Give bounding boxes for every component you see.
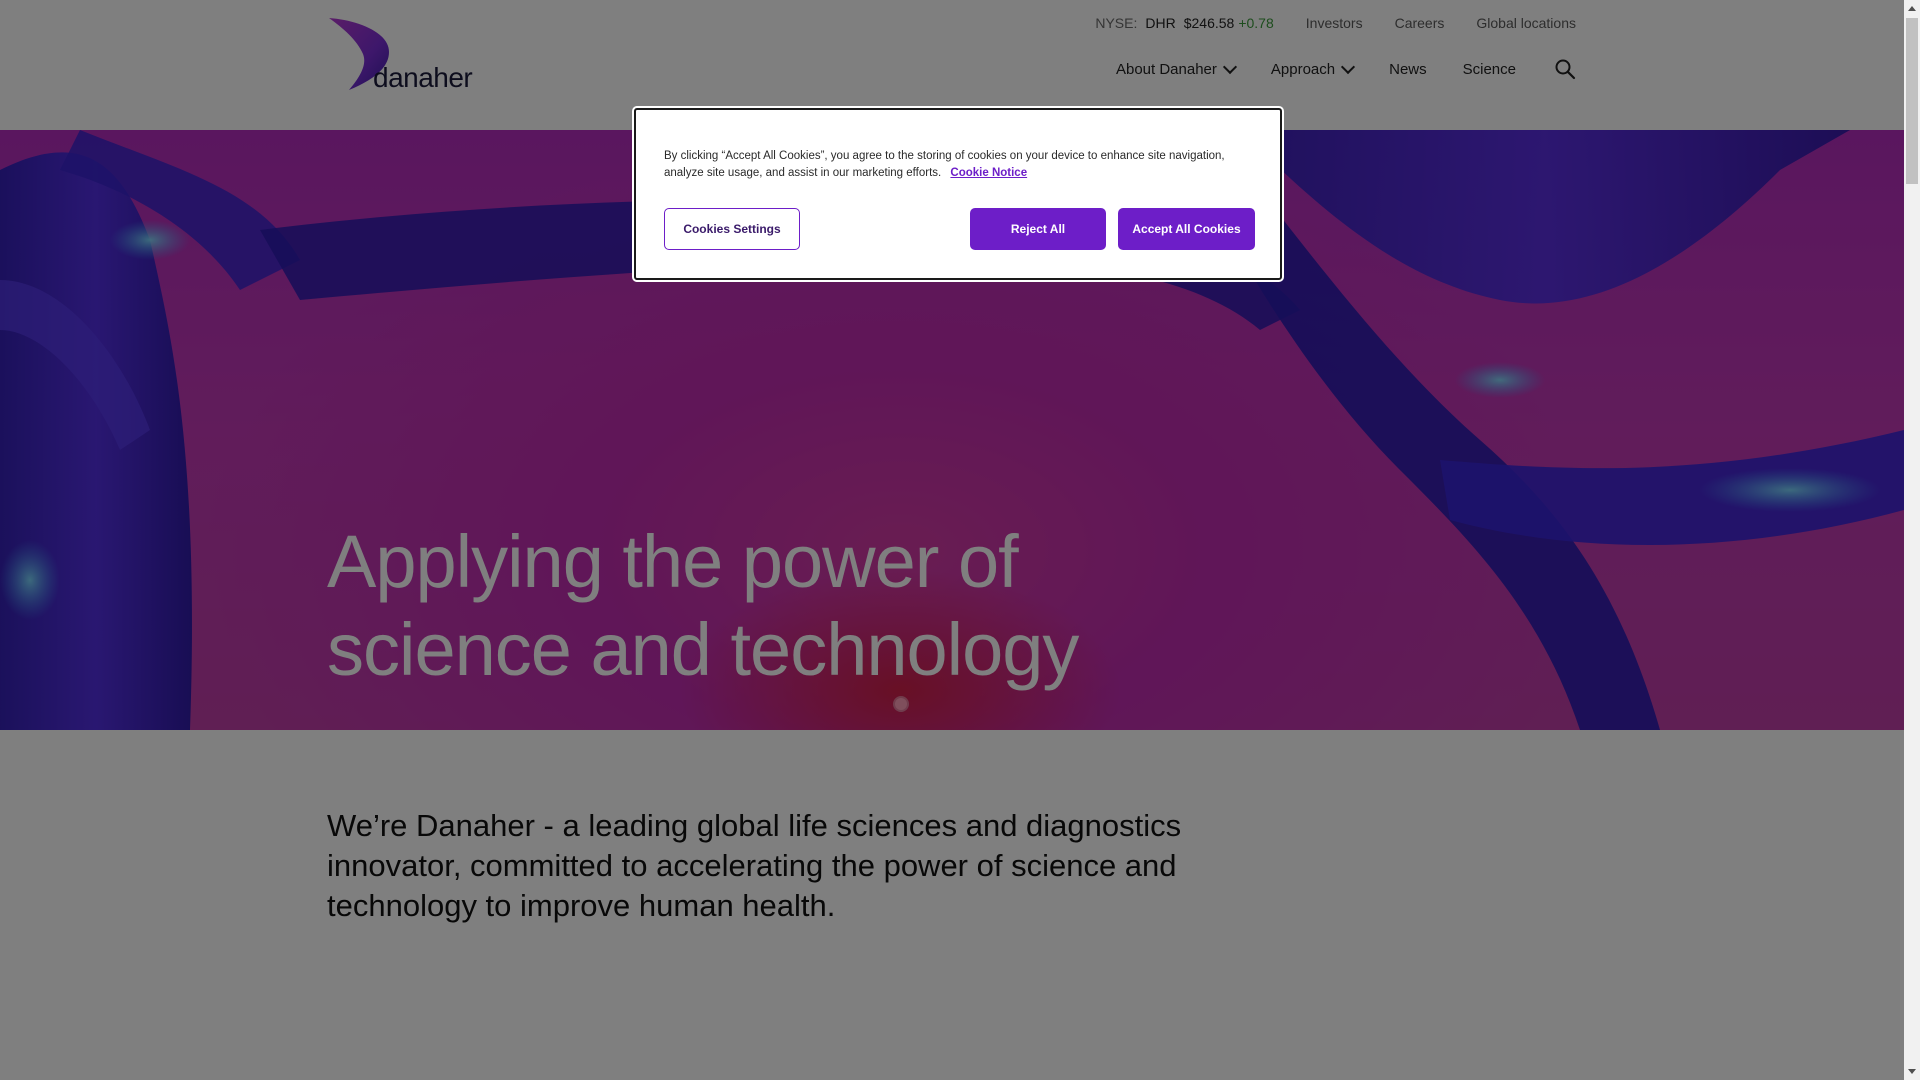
cookies-settings-button[interactable]: Cookies Settings <box>664 208 800 250</box>
scroll-down-button[interactable] <box>1904 1063 1920 1080</box>
scrollbar-thumb[interactable] <box>1906 18 1918 184</box>
cookie-message-block: By clicking “Accept All Cookies”, you ag… <box>664 148 1254 182</box>
cookie-message: By clicking “Accept All Cookies”, you ag… <box>664 150 1225 179</box>
reject-all-button[interactable]: Reject All <box>970 208 1106 250</box>
scroll-up-arrow-icon <box>1908 6 1916 11</box>
scroll-down-arrow-icon <box>1908 1069 1916 1074</box>
page: danaher NYSE: DHR $246.58 +0.78 Investor… <box>0 0 1904 1080</box>
cookie-notice-link[interactable]: Cookie Notice <box>950 167 1027 179</box>
cookie-consent-dialog: By clicking “Accept All Cookies”, you ag… <box>634 108 1282 280</box>
accept-all-cookies-button[interactable]: Accept All Cookies <box>1118 208 1255 250</box>
vertical-scrollbar[interactable] <box>1904 0 1920 1080</box>
scroll-up-button[interactable] <box>1904 0 1920 17</box>
